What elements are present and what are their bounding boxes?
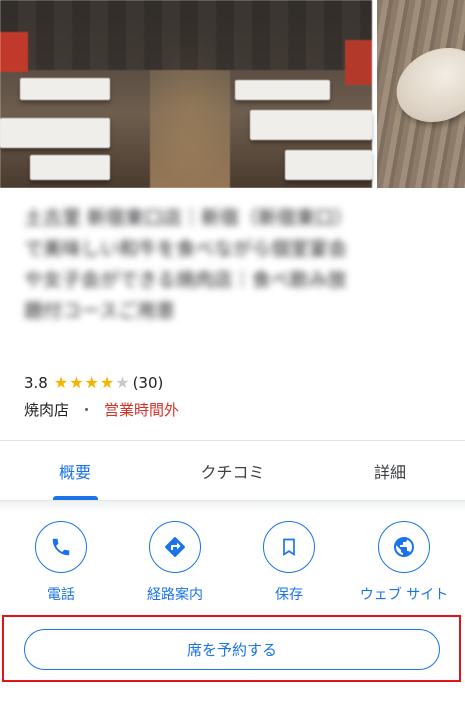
star-icon: ★ — [69, 373, 84, 392]
star-icon: ★ — [53, 373, 69, 392]
directions-button[interactable]: 経路案内 — [125, 521, 225, 604]
photo-carousel[interactable] — [0, 0, 465, 188]
tab-reviews[interactable]: クチコミ — [155, 441, 310, 501]
star-rating: ★★★★★ — [54, 374, 131, 392]
star-icon: ★ — [99, 373, 115, 392]
rating-value: 3.8 — [24, 374, 48, 392]
tab-bar: 概要 クチコミ 詳細 — [0, 441, 465, 501]
directions-label: 経路案内 — [147, 587, 203, 603]
rating-row[interactable]: 3.8 ★★★★★ (30) — [24, 373, 163, 393]
restaurant-interior-photo[interactable] — [0, 0, 372, 188]
directions-icon — [149, 521, 201, 573]
globe-icon — [378, 521, 430, 573]
call-label: 電話 — [47, 587, 75, 603]
save-label: 保存 — [275, 587, 303, 603]
place-title: 土古里 新宿東口店｜新宿（新宿東口）で美味しい和牛を食べながら個室宴会や女子会が… — [24, 207, 354, 322]
tab-overview[interactable]: 概要 — [0, 441, 150, 501]
bookmark-icon — [263, 521, 315, 573]
star-icon: ★ — [84, 373, 99, 392]
reserve-button[interactable]: 席を予約する — [24, 629, 440, 670]
category-row: 焼肉店 ・ 営業時間外 — [24, 399, 179, 419]
food-dish-photo[interactable] — [377, 0, 465, 188]
review-count[interactable]: (30) — [133, 374, 164, 392]
category-label: 焼肉店 — [24, 400, 70, 419]
save-button[interactable]: 保存 — [239, 521, 339, 604]
tab-shadow — [0, 501, 465, 511]
call-button[interactable]: 電話 — [11, 521, 111, 604]
website-label: ウェブ サイト — [359, 587, 449, 603]
website-button[interactable]: ウェブ サイト — [354, 521, 454, 604]
star-empty-icon: ★ — [115, 373, 130, 392]
separator: ・ — [79, 400, 95, 419]
tab-details[interactable]: 詳細 — [315, 441, 465, 501]
phone-icon — [35, 521, 87, 573]
open-status: 営業時間外 — [104, 400, 180, 419]
